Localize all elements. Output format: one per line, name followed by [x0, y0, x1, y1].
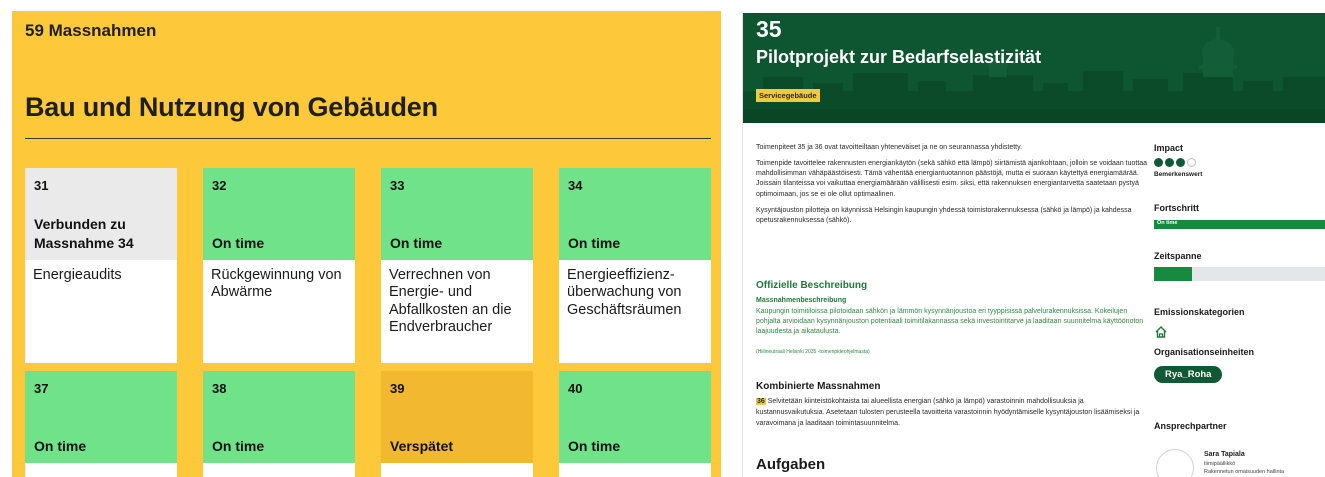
official-description-heading: Offizielle Beschreibung — [756, 280, 868, 291]
contact-role: tiimipäällikkö — [1204, 461, 1236, 467]
impact-label: Impact — [1154, 143, 1184, 153]
contact-organisation: Rakennetun omaisuuden hallinta — [1204, 469, 1285, 475]
card-status-area: 39 Verspätet — [381, 371, 533, 463]
section-divider — [25, 138, 711, 139]
measure-card-37[interactable]: 37 On time — [25, 371, 177, 477]
impact-dot-filled — [1176, 158, 1185, 167]
card-number: 32 — [212, 178, 227, 193]
card-status: On time — [34, 438, 87, 455]
measure-detail-panel: 35 Pilotprojekt zur Bedarfselastizität S… — [742, 13, 1325, 477]
progress-label: Fortschritt — [1154, 203, 1199, 213]
description-paragraph: Toimenpide tavoittelee rakennusten energ… — [756, 160, 1148, 198]
card-title: Energieeffizienz-überwachung von Geschäf… — [567, 267, 682, 318]
combined-measure-link[interactable]: 36 — [756, 398, 766, 405]
card-number: 33 — [390, 178, 405, 193]
impact-text: Bemerkenswert — [1154, 171, 1203, 178]
card-status: Verspätet — [390, 438, 454, 455]
measure-card-40[interactable]: 40 On time — [559, 371, 711, 477]
official-description-source: (Hiilineutraali Helsinki 2035 -toimenpid… — [756, 349, 870, 355]
card-status-area: 34 On time — [559, 168, 711, 260]
card-title: Rückgewinnung von Abwärme — [211, 267, 342, 301]
measure-number: 35 — [756, 16, 782, 42]
card-status-area: 33 On time — [381, 168, 533, 260]
measure-card-33[interactable]: 33 On time Verrechnen von Energie- und A… — [381, 168, 533, 363]
card-title: Energieaudits — [33, 267, 122, 283]
description: Toimenpiteet 35 ja 36 ovat tavoitteiltaa… — [756, 143, 1151, 232]
card-status-area: 32 On time — [203, 168, 355, 260]
section-title: Bau und Nutzung von Gebäuden — [25, 92, 438, 122]
progress-bar-fill — [1154, 220, 1325, 229]
progress-status: On time — [1157, 220, 1178, 226]
timespan-bar-fill — [1154, 267, 1192, 281]
progress-bar: On time — [1154, 220, 1325, 229]
card-status: On time — [390, 235, 443, 252]
card-status: On time — [212, 235, 265, 252]
card-number: 37 — [34, 381, 49, 396]
impact-dot-filled — [1154, 158, 1163, 167]
card-number: 39 — [390, 381, 405, 396]
organisation-units-label: Organisationseinheiten — [1154, 347, 1255, 357]
combined-measures-heading: Kombinierte Massnahmen — [756, 381, 881, 392]
measures-section: 59 Massnahmen Bau und Nutzung von Gebäud… — [12, 11, 721, 477]
measure-card-38[interactable]: 38 On time — [203, 371, 355, 477]
description-paragraph: Kysyntäjouston pilotteja on käynnissä He… — [756, 206, 1132, 224]
organisation-unit-pill[interactable]: Rya_Roha — [1154, 366, 1223, 383]
emission-categories-label: Emissionskategorien — [1154, 307, 1245, 317]
measures-overview-panel: 59 Massnahmen Bau und Nutzung von Gebäud… — [0, 0, 733, 477]
card-status-area: 38 On time — [203, 371, 355, 463]
card-status-area: 40 On time — [559, 371, 711, 463]
card-status-area: 37 On time — [25, 371, 177, 463]
measure-card-31[interactable]: 31 Verbunden zu Massnahme 34 Energieaudi… — [25, 168, 177, 363]
timespan-bar — [1154, 267, 1325, 281]
avatar[interactable] — [1156, 449, 1194, 477]
card-number: 34 — [568, 178, 583, 193]
measures-count: 59 Massnahmen — [25, 21, 157, 40]
official-description-text: Kaupungin toimitiloissa pilotoidaan sähk… — [756, 308, 1144, 336]
combined-measures-text: 36 Selvitetään kiinteistökohtaista tai a… — [756, 397, 1151, 430]
detail-hero-banner: 35 Pilotprojekt zur Bedarfselastizität S… — [743, 13, 1325, 123]
measure-card-32[interactable]: 32 On time Rückgewinnung von Abwärme — [203, 168, 355, 363]
house-icon[interactable] — [1154, 325, 1168, 344]
measure-card-34[interactable]: 34 On time Energieeffizienz-überwachung … — [559, 168, 711, 363]
card-status: On time — [568, 438, 621, 455]
card-title: Verrechnen von Energie- und Abfallkosten… — [389, 267, 512, 336]
card-status-area: 31 Verbunden zu Massnahme 34 — [25, 168, 177, 260]
contact-label: Ansprechpartner — [1154, 421, 1227, 431]
contact-name[interactable]: Sara Tapiala — [1204, 451, 1245, 458]
card-number: 40 — [568, 381, 583, 396]
measure-card-39[interactable]: 39 Verspätet — [381, 371, 533, 477]
impact-dot-empty — [1187, 158, 1196, 167]
card-status: On time — [568, 235, 621, 252]
city-skyline-image — [743, 13, 1325, 123]
card-status: Verbunden zu Massnahme 34 — [34, 215, 134, 252]
impact-rating — [1154, 158, 1196, 167]
card-number: 38 — [212, 381, 227, 396]
description-paragraph: Toimenpiteet 35 ja 36 ovat tavoitteiltaa… — [756, 144, 1023, 151]
timespan-label: Zeitspanne — [1154, 251, 1202, 261]
official-description-subheading: Massnahmenbeschreibung — [756, 297, 847, 304]
measure-title: Pilotprojekt zur Bedarfselastizität — [756, 47, 1042, 67]
card-number: 31 — [34, 178, 49, 193]
impact-dot-filled — [1165, 158, 1174, 167]
combined-measure-description: Selvitetään kiinteistökohtaista tai alue… — [756, 398, 1140, 427]
tasks-heading: Aufgaben — [756, 456, 826, 473]
category-badge[interactable]: Servicegebäude — [756, 89, 820, 102]
card-status: On time — [212, 438, 265, 455]
